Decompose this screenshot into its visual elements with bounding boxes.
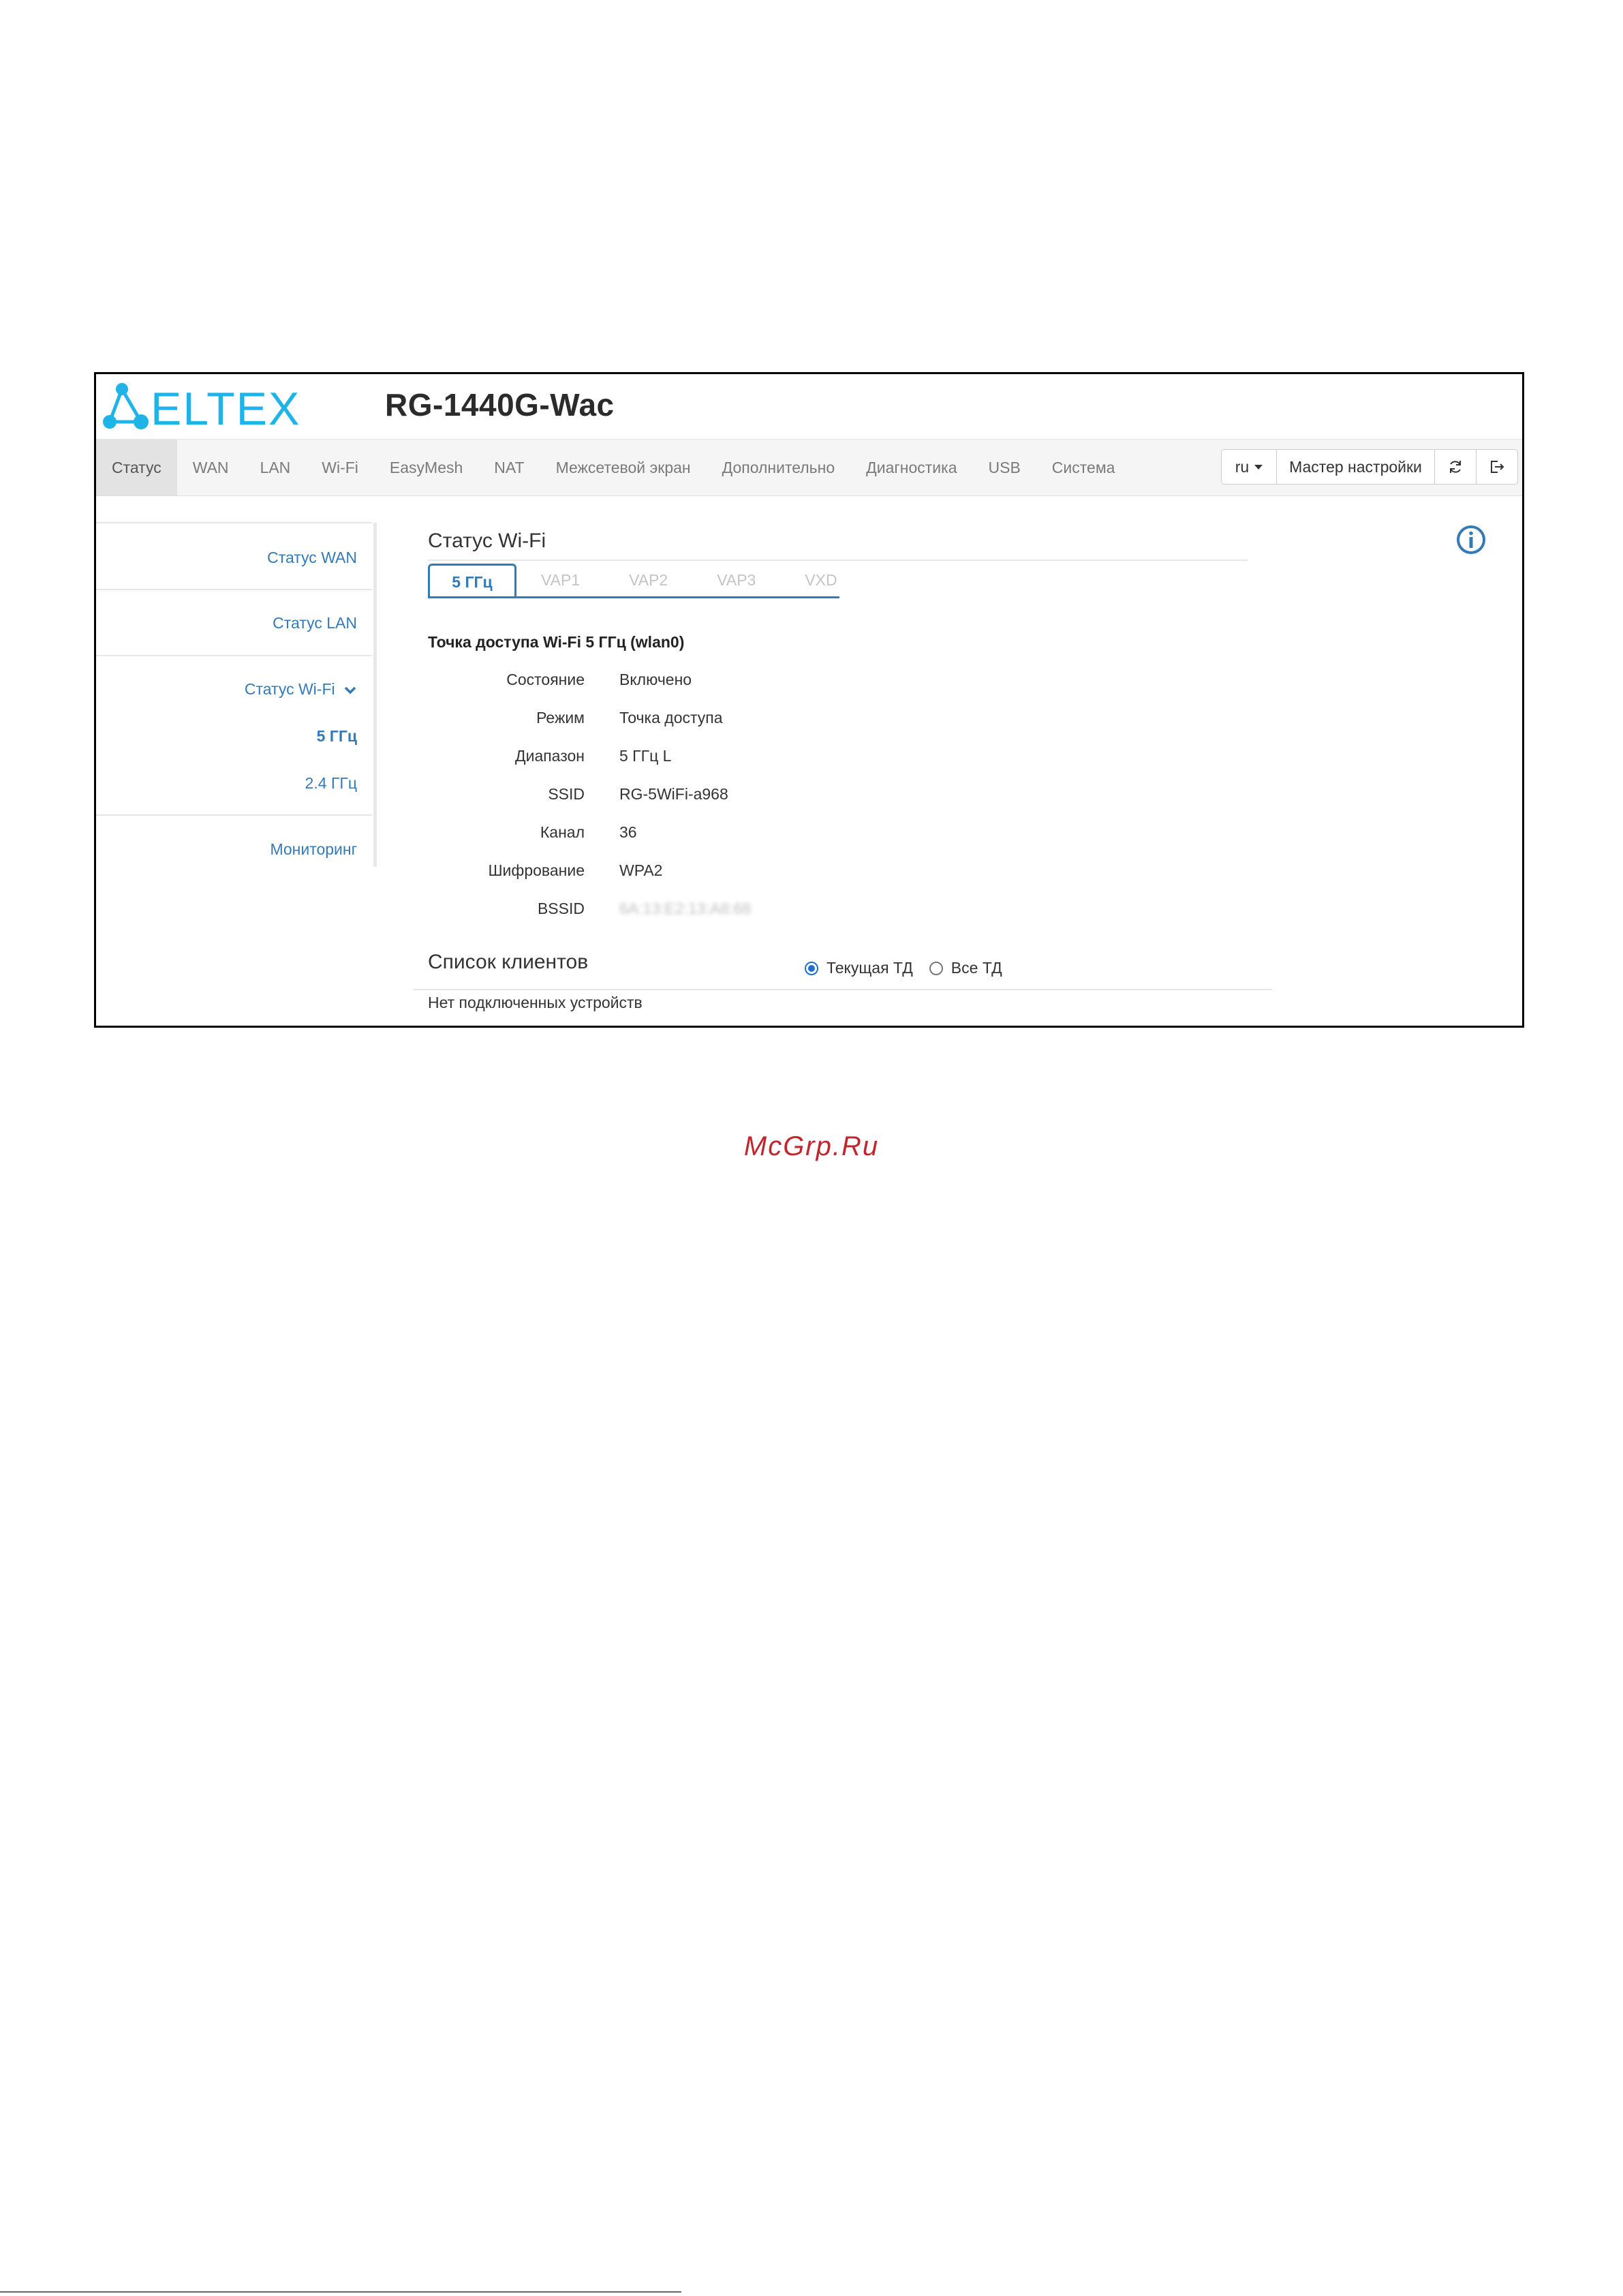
info-row-bssid: BSSID 6A:13:E2:13:A8:68 (428, 900, 905, 920)
clients-list-title: Список клиентов (428, 951, 589, 973)
network-nodes-icon (103, 383, 149, 429)
info-value: Точка доступа (619, 709, 723, 726)
wifi-status-title: Статус Wi-Fi (428, 530, 546, 552)
radio-current-ap[interactable] (805, 961, 818, 975)
language-value: ru (1235, 457, 1250, 476)
language-dropdown[interactable]: ru (1221, 449, 1277, 485)
clients-filter: Текущая ТД Все ТД (805, 959, 1019, 977)
tab-5ghz[interactable]: 5 ГГц (428, 564, 516, 598)
sidebar-subitem-5ghz[interactable]: 5 ГГц (317, 727, 357, 746)
info-label: Канал (540, 823, 585, 841)
tab-vap2[interactable]: VAP2 (604, 564, 692, 598)
info-value: 5 ГГц L (619, 747, 672, 765)
tabs-underline (428, 596, 839, 598)
tab-vap1[interactable]: VAP1 (516, 564, 604, 598)
router-web-ui-screenshot: ELTEX RG-1440G-Wac Статус WAN LAN Wi-Fi … (94, 372, 1524, 1028)
refresh-button[interactable] (1434, 449, 1477, 485)
title-divider (428, 560, 1248, 561)
info-row-ssid: SSID RG-5WiFi-a968 (428, 785, 905, 806)
radio-all-ap-label[interactable]: Все ТД (951, 959, 1002, 977)
sidebar-divider (96, 522, 372, 523)
bssid-value-blurred: 6A:13:E2:13:A8:68 (619, 900, 752, 917)
info-row-encryption: Шифрование WPA2 (428, 861, 905, 882)
eltex-logo: ELTEX (103, 383, 300, 434)
main-menu: Статус WAN LAN Wi-Fi EasyMesh NAT Межсет… (96, 440, 1130, 495)
clients-divider (413, 989, 1272, 990)
sidebar-item-lan-status[interactable]: Статус LAN (273, 614, 357, 632)
info-label: SSID (548, 785, 585, 803)
nav-item-status[interactable]: Статус (96, 440, 177, 495)
nav-item-system[interactable]: Система (1036, 440, 1131, 495)
info-icon[interactable] (1455, 524, 1487, 555)
access-point-heading: Точка доступа Wi-Fi 5 ГГц (wlan0) (428, 633, 685, 651)
info-label: Диапазон (515, 747, 585, 765)
radio-current-ap-label[interactable]: Текущая ТД (826, 959, 913, 977)
info-value: RG-5WiFi-a968 (619, 785, 728, 803)
radio-all-ap[interactable] (929, 961, 943, 975)
page-bottom-rule (0, 2291, 681, 2293)
tab-vap3[interactable]: VAP3 (692, 564, 780, 598)
nav-item-diagnostics[interactable]: Диагностика (850, 440, 972, 495)
nav-item-wan[interactable]: WAN (177, 440, 245, 495)
logout-button[interactable] (1476, 449, 1518, 485)
no-clients-message: Нет подключенных устройств (428, 994, 643, 1011)
setup-wizard-button[interactable]: Мастер настройки (1276, 449, 1435, 485)
navbar-actions: ru Мастер настройки (1221, 449, 1518, 485)
sidebar-item-wifi-status[interactable]: Статус Wi-Fi (245, 680, 357, 699)
sidebar-item-monitoring[interactable]: Мониторинг (270, 840, 357, 859)
sidebar-item-wan-status[interactable]: Статус WAN (267, 549, 357, 567)
sidebar-divider (96, 655, 372, 656)
chevron-down-icon (344, 686, 356, 694)
top-navbar: Статус WAN LAN Wi-Fi EasyMesh NAT Межсет… (96, 439, 1522, 496)
tab-vxd[interactable]: VXD (780, 564, 861, 598)
info-label: Состояние (506, 671, 585, 688)
caret-down-icon (1254, 464, 1263, 470)
info-label: Шифрование (488, 861, 585, 879)
info-row-mode: Режим Точка доступа (428, 709, 905, 729)
nav-item-usb[interactable]: USB (973, 440, 1036, 495)
nav-item-nat[interactable]: NAT (478, 440, 540, 495)
info-value: Включено (619, 671, 692, 688)
svg-text:ELTEX: ELTEX (151, 383, 300, 434)
device-model-title: RG-1440G-Wac (385, 387, 615, 423)
nav-item-easymesh[interactable]: EasyMesh (374, 440, 478, 495)
info-value: WPA2 (619, 861, 663, 879)
sidebar-subitem-2-4ghz[interactable]: 2.4 ГГц (305, 774, 357, 793)
nav-item-firewall[interactable]: Межсетевой экран (540, 440, 707, 495)
sidebar-divider (96, 589, 372, 590)
info-label: Режим (536, 709, 585, 726)
refresh-icon (1450, 461, 1461, 473)
info-row-channel: Канал 36 (428, 823, 905, 844)
wifi-tabs: 5 ГГц VAP1 VAP2 VAP3 VXD (428, 564, 862, 598)
nav-item-lan[interactable]: LAN (245, 440, 307, 495)
watermark: McGrp.Ru (743, 1131, 880, 1161)
logout-icon (1491, 461, 1504, 473)
sidebar-divider (96, 814, 372, 816)
nav-item-wifi[interactable]: Wi-Fi (306, 440, 374, 495)
info-value: 36 (619, 823, 637, 841)
nav-item-advanced[interactable]: Дополнительно (707, 440, 851, 495)
info-row-state: Состояние Включено (428, 671, 905, 691)
sidebar: Статус WAN Статус LAN Статус Wi-Fi 5 ГГц… (96, 522, 377, 867)
header: ELTEX RG-1440G-Wac (96, 374, 1522, 439)
info-row-band: Диапазон 5 ГГц L (428, 747, 905, 767)
info-label: BSSID (537, 900, 585, 917)
sidebar-item-wifi-status-label: Статус Wi-Fi (244, 680, 335, 698)
